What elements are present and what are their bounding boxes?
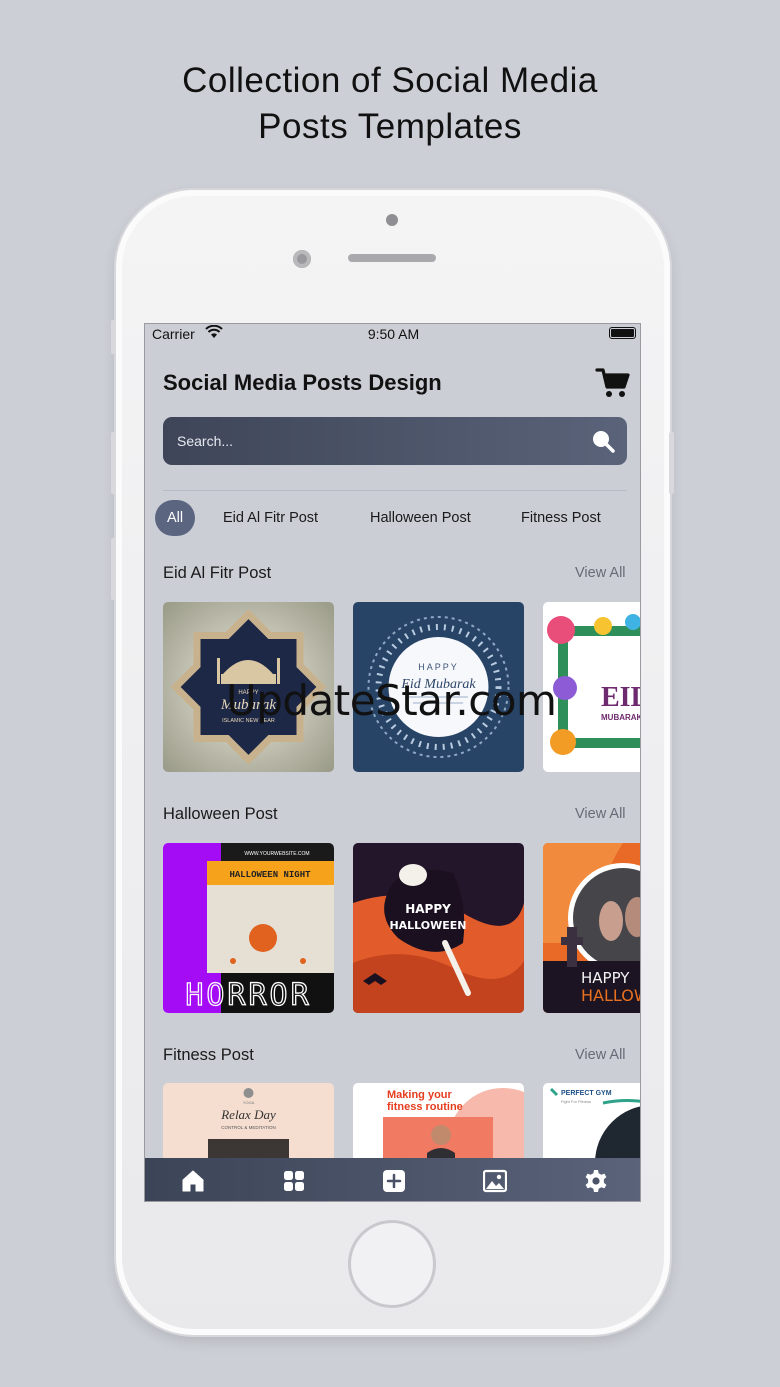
card-text: HAPPY — [405, 902, 451, 916]
card-text: HAPPY — [581, 969, 630, 987]
app-title: Social Media Posts Design — [163, 370, 442, 395]
category-tabs: All Eid Al Fitr Post Halloween Post Fitn… — [155, 500, 640, 536]
template-card[interactable]: HAPPY HALLOWEEN — [353, 843, 524, 1013]
tab-all[interactable]: All — [155, 500, 196, 536]
proximity-sensor — [386, 214, 398, 226]
volume-down-button — [111, 538, 116, 600]
view-all-eid[interactable]: View All — [575, 565, 626, 581]
card-text: HORROR — [185, 978, 311, 1013]
card-text: YOGA — [243, 1100, 255, 1105]
battery-icon — [609, 327, 636, 339]
view-all-halloween[interactable]: View All — [575, 806, 626, 822]
earpiece-speaker — [348, 254, 436, 262]
card-text: Making your — [387, 1089, 453, 1101]
headline-line-1: Collection of Social Media — [182, 61, 598, 100]
grid-icon[interactable] — [282, 1169, 306, 1193]
section-title-eid: Eid Al Fitr Post — [163, 564, 272, 582]
card-text: MUBARAK — [601, 713, 641, 722]
section-title-halloween: Halloween Post — [163, 805, 278, 823]
divider — [163, 490, 627, 491]
bottom-nav — [145, 1158, 640, 1201]
image-icon[interactable] — [483, 1169, 507, 1193]
card-text: HALLOWEEN — [389, 919, 466, 932]
home-button[interactable] — [348, 1220, 436, 1308]
mute-switch — [111, 320, 116, 354]
card-text: HALLOW — [581, 986, 641, 1005]
template-card[interactable]: EID MUBARAK — [543, 602, 641, 772]
status-bar: Carrier 9:50 AM — [145, 324, 640, 344]
view-all-fitness[interactable]: View All — [575, 1047, 626, 1063]
front-camera — [293, 250, 311, 268]
power-button — [669, 432, 674, 494]
headline-line-2: Posts Templates — [258, 107, 522, 146]
search-input[interactable] — [177, 429, 557, 453]
card-text: WWW.YOURWEBSITE.COM — [244, 851, 309, 857]
search-bar[interactable] — [163, 417, 627, 465]
clock: 9:50 AM — [367, 326, 420, 342]
add-icon[interactable] — [382, 1169, 406, 1193]
app-screen: Carrier 9:50 AM Social Media Posts Desig… — [144, 323, 641, 1202]
template-row-halloween: WWW.YOURWEBSITE.COM HALLOWEEN NIGHT HORR… — [163, 843, 641, 1013]
template-card[interactable]: HAPPY HALLOW — [543, 843, 641, 1013]
template-card[interactable]: WWW.YOURWEBSITE.COM HALLOWEEN NIGHT HORR… — [163, 843, 334, 1013]
card-text: PERFECT GYM — [561, 1090, 612, 1097]
volume-up-button — [111, 432, 116, 494]
tab-halloween-post[interactable]: Halloween Post — [370, 500, 471, 536]
card-text: HAPPY — [418, 662, 459, 672]
card-text: CONTROL & MEDITATION — [221, 1125, 275, 1130]
card-text: Relax Day — [220, 1107, 276, 1122]
search-icon[interactable] — [591, 429, 615, 453]
card-text: HALLOWEEN NIGHT — [229, 870, 311, 880]
card-text: Fight For Fitness — [561, 1099, 591, 1104]
page-headline: Collection of Social Media Posts Templat… — [0, 58, 780, 150]
section-title-fitness: Fitness Post — [163, 1046, 254, 1064]
card-text: EID — [601, 682, 641, 713]
settings-icon[interactable] — [584, 1169, 608, 1193]
home-icon[interactable] — [181, 1169, 205, 1193]
cart-icon[interactable] — [595, 367, 631, 399]
card-text: fitness routine — [387, 1101, 463, 1113]
tab-eid-al-fitr-post[interactable]: Eid Al Fitr Post — [223, 500, 318, 536]
watermark: UpdateStar.com — [226, 676, 557, 725]
tab-fitness-post[interactable]: Fitness Post — [521, 500, 601, 536]
